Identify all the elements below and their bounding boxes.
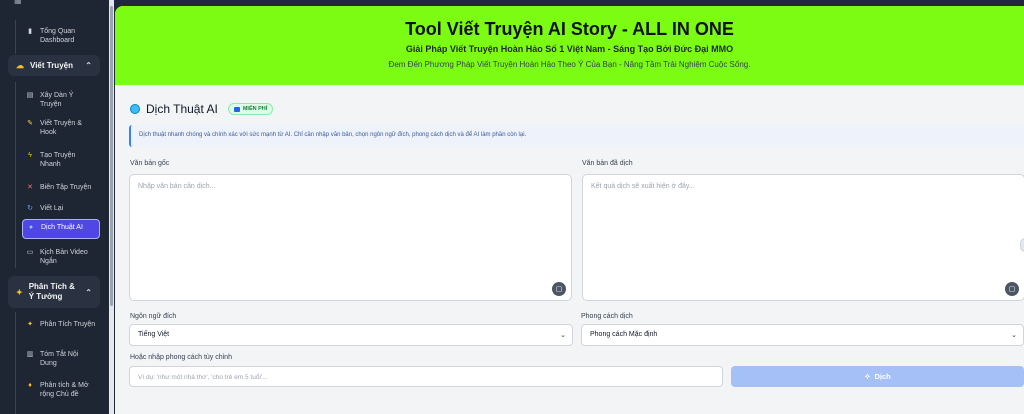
info-banner: Dịch thuật nhanh chóng và chính xác với … — [129, 125, 1024, 147]
target-placeholder: Kết quả dịch sẽ xuất hiện ở đây... — [591, 183, 695, 190]
chevron-up-icon: ⌃ — [85, 61, 92, 70]
sidebar-item-label: Phân Tích Truyện — [40, 321, 96, 328]
sidebar-scroll-thumb[interactable] — [110, 6, 113, 306]
sidebar-item-label: Viết Truyện & Hook — [40, 120, 82, 136]
document-icon: ▤ — [26, 92, 34, 99]
sidebar-item-label: Kịch Bản Video Ngắn — [40, 249, 88, 265]
film-icon: ▭ — [26, 249, 34, 256]
sidebar-divider — [15, 20, 16, 54]
sidebar-item-tom-tat[interactable]: ▥ Tóm Tắt Nội Dung — [22, 347, 100, 371]
sidebar-item-viet-truyen-hook[interactable]: ✎ Viết Truyện & Hook — [22, 116, 100, 140]
chevron-up-icon: ⌃ — [85, 287, 92, 297]
sidebar-item-label: Phân tích & Mở rộng Chủ đề — [40, 382, 89, 398]
sparkle-icon: ✦ — [16, 287, 23, 297]
sidebar-group-label: Phân Tích & Ý Tưởng — [28, 282, 75, 301]
sparkle-icon: ✧ — [864, 372, 871, 381]
language-select[interactable]: Tiếng Việt ⌄ — [129, 324, 573, 346]
sidebar-item-viet-lai[interactable]: ↻ Viết Lại — [22, 201, 100, 216]
globe-icon — [130, 104, 140, 114]
sidebar-item-tao-truyen-nhanh[interactable]: ϟ Tạo Truyện Nhanh — [22, 148, 100, 172]
sidebar-item-dashboard[interactable]: ▮ Tổng Quan Dashboard — [22, 24, 100, 48]
sidebar-item-label: Tóm Tắt Nội Dung — [40, 351, 79, 367]
cloud-icon: ☁ — [16, 61, 24, 70]
tag-icon — [233, 106, 240, 112]
free-badge: MIỄN PHÍ — [227, 103, 274, 115]
clipboard-icon: ▥ — [26, 351, 34, 358]
sidebar-item-label: Tổng Quan Dashboard — [40, 28, 76, 44]
sidebar: ▦ ▮ Tổng Quan Dashboard ☁ Viết Truyện ⌃ … — [0, 0, 108, 414]
refresh-icon: ↻ — [27, 205, 33, 212]
sidebar-group-phan-tich[interactable]: ✦ Phân Tích & Ý Tưởng ⌃ — [8, 276, 100, 308]
source-textarea[interactable]: Nhập văn bản cần dịch... — [129, 174, 572, 301]
menu-icon[interactable]: ▦ — [14, 0, 22, 5]
side-handle[interactable] — [1020, 238, 1024, 252]
scissors-icon: ✕ — [27, 184, 33, 191]
target-textarea[interactable]: Kết quả dịch sẽ xuất hiện ở đây... — [582, 174, 1024, 301]
translate-button[interactable]: ✧ Dịch — [731, 366, 1024, 387]
lightning-icon: ϟ — [28, 152, 32, 159]
sidebar-group-viet-truyen[interactable]: ☁ Viết Truyện ⌃ — [8, 55, 100, 76]
sidebar-item-label: Dịch Thuật AI — [41, 224, 83, 231]
sparkle-icon: ✦ — [27, 321, 33, 328]
sidebar-item-label: Tạo Truyện Nhanh — [40, 152, 76, 168]
chart-icon: ▮ — [28, 28, 32, 35]
language-label: Ngôn ngữ đích — [130, 313, 177, 320]
page-title: Dịch Thuật AI — [146, 102, 218, 116]
sidebar-divider — [15, 312, 16, 414]
source-placeholder: Nhập văn bản cần dịch... — [138, 183, 216, 190]
chevron-down-icon: ⌄ — [1011, 332, 1017, 339]
custom-style-label: Hoặc nhập phong cách tùy chỉnh — [130, 354, 232, 361]
banner-description: Đem Đến Phương Pháp Viết Truyện Hoàn Hảo… — [388, 60, 751, 69]
clipboard-icon: ▢ — [555, 286, 563, 293]
sidebar-item-xay-dan-y[interactable]: ▤ Xây Dàn Ý Truyện — [22, 88, 100, 112]
sidebar-group-label: Viết Truyện — [30, 61, 73, 70]
badge-label: MIỄN PHÍ — [242, 106, 268, 112]
style-value: Phong cách Mặc định — [590, 331, 658, 338]
pencil-icon: ✎ — [27, 120, 33, 127]
sidebar-item-label: Xây Dàn Ý Truyện — [40, 92, 74, 108]
style-label: Phong cách dịch — [581, 313, 633, 320]
bulb-icon: ♦ — [28, 382, 32, 389]
paste-button[interactable]: ▢ — [552, 282, 566, 296]
language-value: Tiếng Việt — [138, 331, 170, 338]
sidebar-item-mo-rong-chu-de[interactable]: ♦ Phân tích & Mở rộng Chủ đề — [22, 378, 100, 402]
sidebar-item-label: Viết Lại — [40, 205, 64, 212]
section-header: Dịch Thuật AI MIỄN PHÍ — [130, 102, 274, 116]
banner-title: Tool Viết Truyện AI Story - ALL IN ONE — [405, 19, 734, 39]
source-label: Văn bản gốc — [130, 160, 170, 167]
sidebar-item-phan-tich-truyen[interactable]: ✦ Phân Tích Truyện — [22, 317, 100, 332]
translate-button-label: Dịch — [874, 372, 891, 381]
sidebar-item-label: Biên Tập Truyện — [40, 184, 92, 191]
style-select[interactable]: Phong cách Mặc định ⌄ — [581, 324, 1024, 346]
globe-icon: ● — [28, 224, 34, 231]
custom-style-input[interactable]: Ví dụ: 'như một nhà thơ', 'cho trẻ em 5 … — [129, 366, 723, 387]
custom-style-placeholder: Ví dụ: 'như một nhà thơ', 'cho trẻ em 5 … — [138, 374, 268, 381]
sidebar-item-bien-tap[interactable]: ✕ Biên Tập Truyện — [22, 180, 100, 195]
sidebar-divider — [15, 82, 16, 268]
sidebar-item-kich-ban-video[interactable]: ▭ Kịch Bản Video Ngắn — [22, 245, 100, 269]
chevron-down-icon: ⌄ — [560, 332, 566, 339]
copy-button[interactable]: ▢ — [1005, 282, 1019, 296]
copy-icon: ▢ — [1008, 286, 1016, 293]
header-banner: Tool Viết Truyện AI Story - ALL IN ONE G… — [115, 6, 1024, 85]
target-label: Văn bản đã dịch — [582, 160, 633, 167]
main-content: Tool Viết Truyện AI Story - ALL IN ONE G… — [115, 6, 1024, 414]
banner-subtitle: Giải Pháp Viết Truyện Hoàn Hảo Số 1 Việt… — [405, 44, 734, 54]
sidebar-item-dich-thuat[interactable]: ● Dịch Thuật AI — [22, 219, 100, 239]
